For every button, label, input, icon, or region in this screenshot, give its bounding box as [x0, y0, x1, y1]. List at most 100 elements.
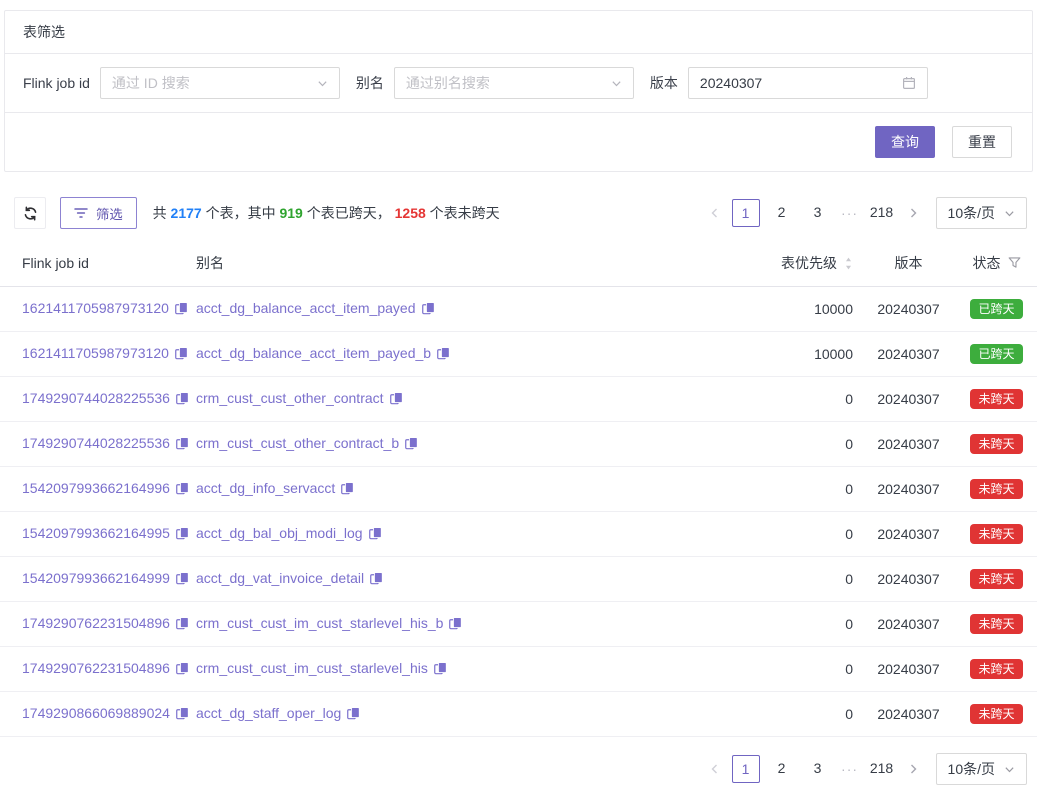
flink-job-id-link[interactable]: 1749290762231504896 [22, 660, 170, 676]
page-2[interactable]: 2 [768, 755, 796, 783]
copy-icon[interactable] [434, 662, 447, 678]
copy-icon[interactable] [390, 392, 403, 408]
status-badge: 已跨天 [970, 299, 1022, 319]
copy-icon[interactable] [176, 572, 189, 588]
page-size-select[interactable]: 10条/页 [936, 197, 1027, 229]
table-header-row: Flink job id 别名 表优先级 版本 状态 [0, 241, 1037, 287]
table-row: 1749290866069889024 acct_dg_staff_oper_l… [0, 692, 1037, 737]
page-size-select[interactable]: 10条/页 [936, 753, 1027, 785]
copy-icon[interactable] [176, 617, 189, 633]
copy-icon[interactable] [347, 707, 360, 723]
alias-cell: crm_cust_cust_im_cust_starlevel_his [196, 647, 696, 692]
flink-job-id-link[interactable]: 1621411705987973120 [22, 345, 169, 361]
copy-icon[interactable] [176, 707, 189, 723]
filter-fields-row: Flink job id 通过 ID 搜索 别名 通过别名搜索 版本 [5, 54, 1032, 113]
flink-job-id-link[interactable]: 1542097993662164995 [22, 525, 170, 541]
status-cell: 未跨天 [956, 512, 1037, 557]
copy-icon[interactable] [405, 437, 418, 453]
page-2[interactable]: 2 [768, 199, 796, 227]
table-row: 1621411705987973120 acct_dg_balance_acct… [0, 287, 1037, 332]
status-badge: 未跨天 [970, 524, 1022, 544]
flink-job-id-link[interactable]: 1621411705987973120 [22, 300, 169, 316]
alias-link[interactable]: acct_dg_info_servacct [196, 480, 335, 496]
copy-icon[interactable] [437, 347, 450, 363]
version-date-input[interactable] [700, 68, 896, 98]
copy-icon[interactable] [175, 302, 188, 318]
field-alias: 别名 通过别名搜索 [356, 67, 634, 99]
flink-job-id-link[interactable]: 1749290744028225536 [22, 390, 170, 406]
page-last[interactable]: 218 [868, 755, 896, 783]
version-cell: 20240307 [861, 647, 956, 692]
copy-icon[interactable] [422, 302, 435, 318]
alias-link[interactable]: crm_cust_cust_im_cust_starlevel_his [196, 660, 428, 676]
copy-icon[interactable] [176, 662, 189, 678]
query-button[interactable]: 查询 [875, 126, 935, 158]
alias-link[interactable]: crm_cust_cust_other_contract_b [196, 435, 399, 451]
status-cell: 已跨天 [956, 287, 1037, 332]
page-3[interactable]: 3 [804, 199, 832, 227]
page-3[interactable]: 3 [804, 755, 832, 783]
copy-icon[interactable] [449, 617, 462, 633]
funnel-icon[interactable] [1008, 257, 1021, 269]
page-last[interactable]: 218 [868, 199, 896, 227]
flink-job-id-placeholder: 通过 ID 搜索 [112, 73, 190, 93]
flink-job-id-link[interactable]: 1542097993662164999 [22, 570, 170, 586]
status-badge: 未跨天 [970, 389, 1022, 409]
prev-page-icon[interactable] [702, 755, 728, 783]
copy-icon[interactable] [176, 482, 189, 498]
prev-page-icon[interactable] [702, 199, 728, 227]
copy-icon[interactable] [369, 527, 382, 543]
flink-job-id-cell: 1542097993662164999 [0, 557, 196, 602]
copy-icon[interactable] [370, 572, 383, 588]
copy-icon[interactable] [175, 347, 188, 363]
priority-cell: 0 [696, 692, 861, 737]
flink-job-id-link[interactable]: 1542097993662164996 [22, 480, 170, 496]
page-1[interactable]: 1 [732, 755, 760, 783]
alias-link[interactable]: acct_dg_balance_acct_item_payed_b [196, 345, 431, 361]
sort-carets-icon[interactable] [844, 256, 853, 271]
column-header-status[interactable]: 状态 [956, 241, 1037, 287]
priority-cell: 0 [696, 377, 861, 422]
alias-link[interactable]: crm_cust_cust_im_cust_starlevel_his_b [196, 615, 443, 631]
status-badge: 未跨天 [970, 569, 1022, 589]
status-badge: 未跨天 [970, 659, 1022, 679]
next-page-icon[interactable] [900, 755, 926, 783]
flink-job-id-link[interactable]: 1749290762231504896 [22, 615, 170, 631]
next-page-icon[interactable] [900, 199, 926, 227]
bottom-pagination-bar: 1 2 3 ··· 218 10条/页 [0, 753, 1027, 785]
status-cell: 未跨天 [956, 422, 1037, 467]
chevron-down-icon [611, 78, 622, 89]
alias-link[interactable]: acct_dg_balance_acct_item_payed [196, 300, 416, 316]
version-date-picker[interactable] [688, 67, 928, 99]
table-body: 1621411705987973120 acct_dg_balance_acct… [0, 287, 1037, 737]
alias-link[interactable]: crm_cust_cust_other_contract [196, 390, 384, 406]
status-cell: 未跨天 [956, 692, 1037, 737]
version-cell: 20240307 [861, 557, 956, 602]
refresh-button[interactable] [14, 197, 46, 229]
copy-icon[interactable] [176, 437, 189, 453]
flink-job-id-cell: 1749290744028225536 [0, 377, 196, 422]
alias-link[interactable]: acct_dg_vat_invoice_detail [196, 570, 364, 586]
alias-link[interactable]: acct_dg_bal_obj_modi_log [196, 525, 363, 541]
column-header-version: 版本 [861, 241, 956, 287]
column-header-priority[interactable]: 表优先级 [696, 241, 861, 287]
flink-job-id-link[interactable]: 1749290866069889024 [22, 705, 170, 721]
alias-select[interactable]: 通过别名搜索 [394, 67, 634, 99]
page-ellipsis[interactable]: ··· [836, 205, 864, 221]
version-cell: 20240307 [861, 692, 956, 737]
flink-job-id-link[interactable]: 1749290744028225536 [22, 435, 170, 451]
alias-link[interactable]: acct_dg_staff_oper_log [196, 705, 341, 721]
filter-card-title: 表筛选 [5, 11, 1032, 54]
bottom-pagination: 1 2 3 ··· 218 10条/页 [702, 753, 1027, 785]
filter-panel-button[interactable]: 筛选 [60, 197, 137, 229]
reset-button[interactable]: 重置 [952, 126, 1012, 158]
copy-icon[interactable] [176, 527, 189, 543]
copy-icon[interactable] [176, 392, 189, 408]
flink-job-id-select[interactable]: 通过 ID 搜索 [100, 67, 340, 99]
table-row: 1749290762231504896 crm_cust_cust_im_cus… [0, 602, 1037, 647]
page-ellipsis[interactable]: ··· [836, 761, 864, 777]
page-1[interactable]: 1 [732, 199, 760, 227]
copy-icon[interactable] [341, 482, 354, 498]
priority-cell: 10000 [696, 332, 861, 377]
status-cell: 已跨天 [956, 332, 1037, 377]
